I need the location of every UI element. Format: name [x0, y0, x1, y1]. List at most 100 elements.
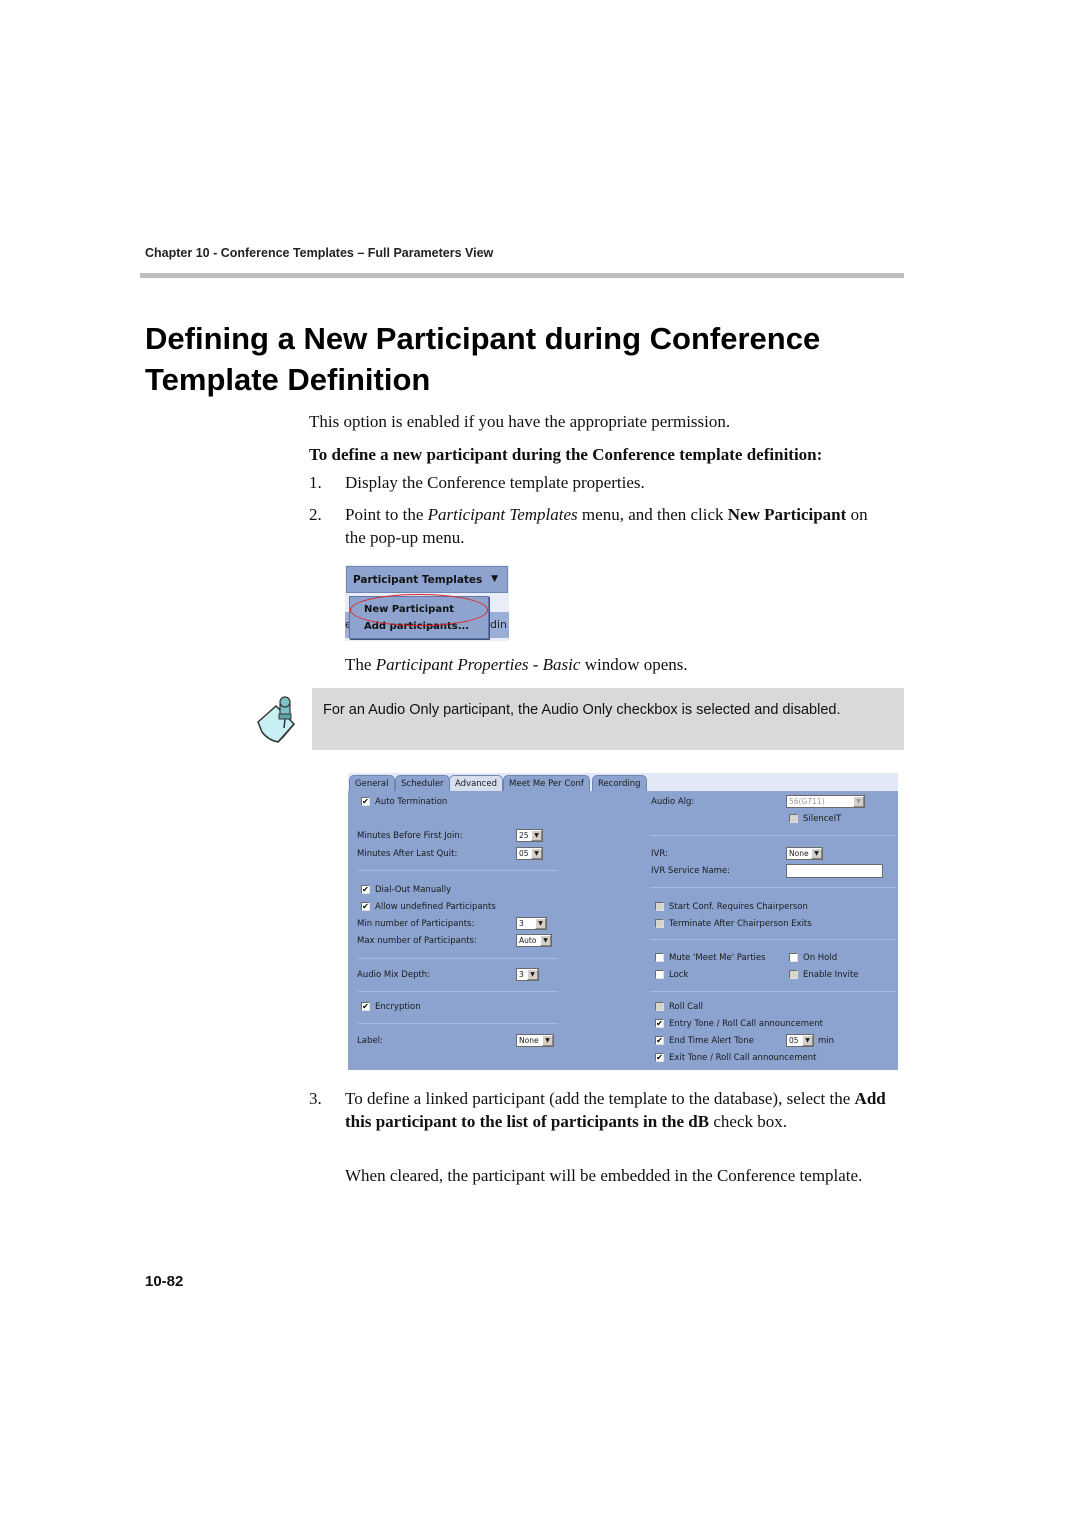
lock-checkbox[interactable] — [655, 970, 664, 979]
text-run: The — [345, 655, 376, 674]
select-value: None — [789, 849, 809, 858]
step-number: 1. — [309, 473, 322, 492]
terminate-after-chair-exits-checkbox[interactable] — [655, 919, 664, 928]
roll-call-checkbox[interactable] — [655, 1002, 664, 1011]
silenceit-label: SilenceIT — [803, 814, 842, 824]
menu-name: Participant Templates — [427, 505, 578, 524]
entry-tone-checkbox[interactable]: ✔ — [655, 1019, 664, 1028]
separator — [358, 991, 558, 992]
header-rule — [140, 273, 904, 278]
dropdown-arrow-icon: ▼ — [491, 574, 498, 584]
roll-call-label: Roll Call — [669, 1002, 704, 1012]
advanced-settings-dialog: General Scheduler Advanced Meet Me Per C… — [348, 773, 898, 1070]
label-select[interactable]: None ▼ — [516, 1034, 554, 1047]
tab-general[interactable]: General — [349, 775, 395, 791]
on-hold-checkbox[interactable] — [789, 953, 798, 962]
dropdown-arrow-icon: ▼ — [542, 1035, 553, 1046]
separator — [358, 870, 558, 871]
step-number: 3. — [309, 1089, 322, 1108]
page-number: 10-82 — [145, 1273, 184, 1290]
text-run: check box. — [709, 1112, 787, 1131]
audio-alg-label: Audio Alg: — [651, 797, 695, 807]
step-text: Display the Conference template properti… — [345, 473, 645, 492]
label-field-label: Label: — [357, 1036, 383, 1046]
text-run: window opens. — [580, 655, 688, 674]
dropdown-arrow-icon: ▼ — [527, 969, 538, 980]
minutes-after-last-quit-label: Minutes After Last Quit: — [357, 849, 458, 859]
tab-meet-me-per-conf[interactable]: Meet Me Per Conf — [503, 775, 590, 791]
auto-termination-checkbox[interactable]: ✔ — [361, 797, 370, 806]
separator — [650, 835, 896, 836]
background-text-fragment: din — [489, 618, 507, 631]
dropdown-arrow-icon: ▼ — [531, 848, 542, 859]
encryption-checkbox[interactable]: ✔ — [361, 1002, 370, 1011]
window-opens-paragraph: The Participant Properties - Basic windo… — [345, 653, 688, 676]
exit-tone-checkbox[interactable]: ✔ — [655, 1053, 664, 1062]
menu-label: Participant Templates — [353, 574, 483, 586]
select-value: 3 — [519, 970, 524, 979]
step-text: To define a linked participant (add the … — [345, 1087, 889, 1133]
window-name: Participant Properties - Basic — [375, 655, 581, 674]
select-value: 56(G711) — [789, 797, 825, 806]
step-number: 2. — [309, 505, 322, 524]
separator — [358, 1023, 558, 1024]
note-box: For an Audio Only participant, the Audio… — [312, 688, 904, 750]
end-time-alert-unit: min — [818, 1036, 835, 1046]
dropdown-arrow-icon: ▼ — [540, 935, 551, 946]
min-participants-label: Min number of Participants: — [357, 919, 475, 929]
procedure-heading: To define a new participant during the C… — [309, 445, 823, 464]
minutes-before-first-join-select[interactable]: 25 ▼ — [516, 829, 543, 842]
dropdown-arrow-icon: ▼ — [535, 918, 546, 929]
start-conf-requires-chair-label: Start Conf. Requires Chairperson — [669, 902, 808, 912]
dropdown-arrow-icon: ▼ — [531, 830, 542, 841]
text-run: Point to the — [345, 505, 428, 524]
enable-invite-checkbox[interactable] — [789, 970, 798, 979]
silenceit-checkbox[interactable] — [789, 814, 798, 823]
participant-templates-menu[interactable]: Participant Templates ▼ — [346, 566, 508, 593]
tab-recording[interactable]: Recording — [592, 775, 647, 791]
ivr-service-name-input[interactable] — [786, 864, 883, 878]
tab-bar: General Scheduler Advanced Meet Me Per C… — [348, 773, 898, 791]
dropdown-arrow-icon: ▼ — [853, 796, 864, 807]
audio-mix-depth-label: Audio Mix Depth: — [357, 970, 431, 980]
separator — [358, 958, 558, 959]
min-participants-select[interactable]: 3 ▼ — [516, 917, 547, 930]
encryption-label: Encryption — [375, 1002, 421, 1012]
tab-scheduler[interactable]: Scheduler — [395, 775, 450, 791]
separator — [650, 887, 896, 888]
select-value: None — [519, 1036, 539, 1045]
text-run: To define a linked participant (add the … — [345, 1089, 855, 1108]
max-participants-select[interactable]: Auto ▼ — [516, 934, 552, 947]
end-time-alert-tone-select[interactable]: 05 ▼ — [786, 1034, 814, 1047]
start-conf-requires-chair-checkbox[interactable] — [655, 902, 664, 911]
audio-mix-depth-select[interactable]: 3 ▼ — [516, 968, 539, 981]
select-value: Auto — [519, 936, 537, 945]
allow-undefined-label: Allow undefined Participants — [375, 902, 496, 912]
minutes-before-first-join-label: Minutes Before First Join: — [357, 831, 463, 841]
mute-meet-me-checkbox[interactable] — [655, 953, 664, 962]
menu-screenshot: el din Participant Templates ▼ New Parti… — [345, 565, 509, 641]
ivr-service-name-label: IVR Service Name: — [651, 866, 730, 876]
step-1: 1. Display the Conference template prope… — [309, 471, 889, 494]
ivr-select[interactable]: None ▼ — [786, 847, 823, 860]
audio-alg-select[interactable]: 56(G711) ▼ — [786, 795, 865, 808]
select-value: 05 — [789, 1036, 799, 1045]
entry-tone-label: Entry Tone / Roll Call announcement — [669, 1019, 823, 1029]
minutes-after-last-quit-select[interactable]: 05 ▼ — [516, 847, 543, 860]
dropdown-arrow-icon: ▼ — [811, 848, 822, 859]
terminate-after-chair-exits-label: Terminate After Chairperson Exits — [669, 919, 812, 929]
lock-label: Lock — [669, 970, 689, 980]
dial-out-manually-checkbox[interactable]: ✔ — [361, 885, 370, 894]
tab-advanced[interactable]: Advanced — [449, 775, 503, 791]
note-pin-icon — [254, 696, 300, 746]
auto-termination-label: Auto Termination — [375, 797, 448, 807]
select-value: 25 — [519, 831, 529, 840]
enable-invite-label: Enable Invite — [803, 970, 859, 980]
max-participants-label: Max number of Participants: — [357, 936, 477, 946]
end-time-alert-tone-checkbox[interactable]: ✔ — [655, 1036, 664, 1045]
allow-undefined-checkbox[interactable]: ✔ — [361, 902, 370, 911]
command-name: New Participant — [727, 505, 847, 524]
step-text: Point to the Participant Templates menu,… — [345, 503, 889, 549]
step-3: 3. To define a linked participant (add t… — [309, 1087, 889, 1133]
dropdown-arrow-icon: ▼ — [802, 1035, 813, 1046]
